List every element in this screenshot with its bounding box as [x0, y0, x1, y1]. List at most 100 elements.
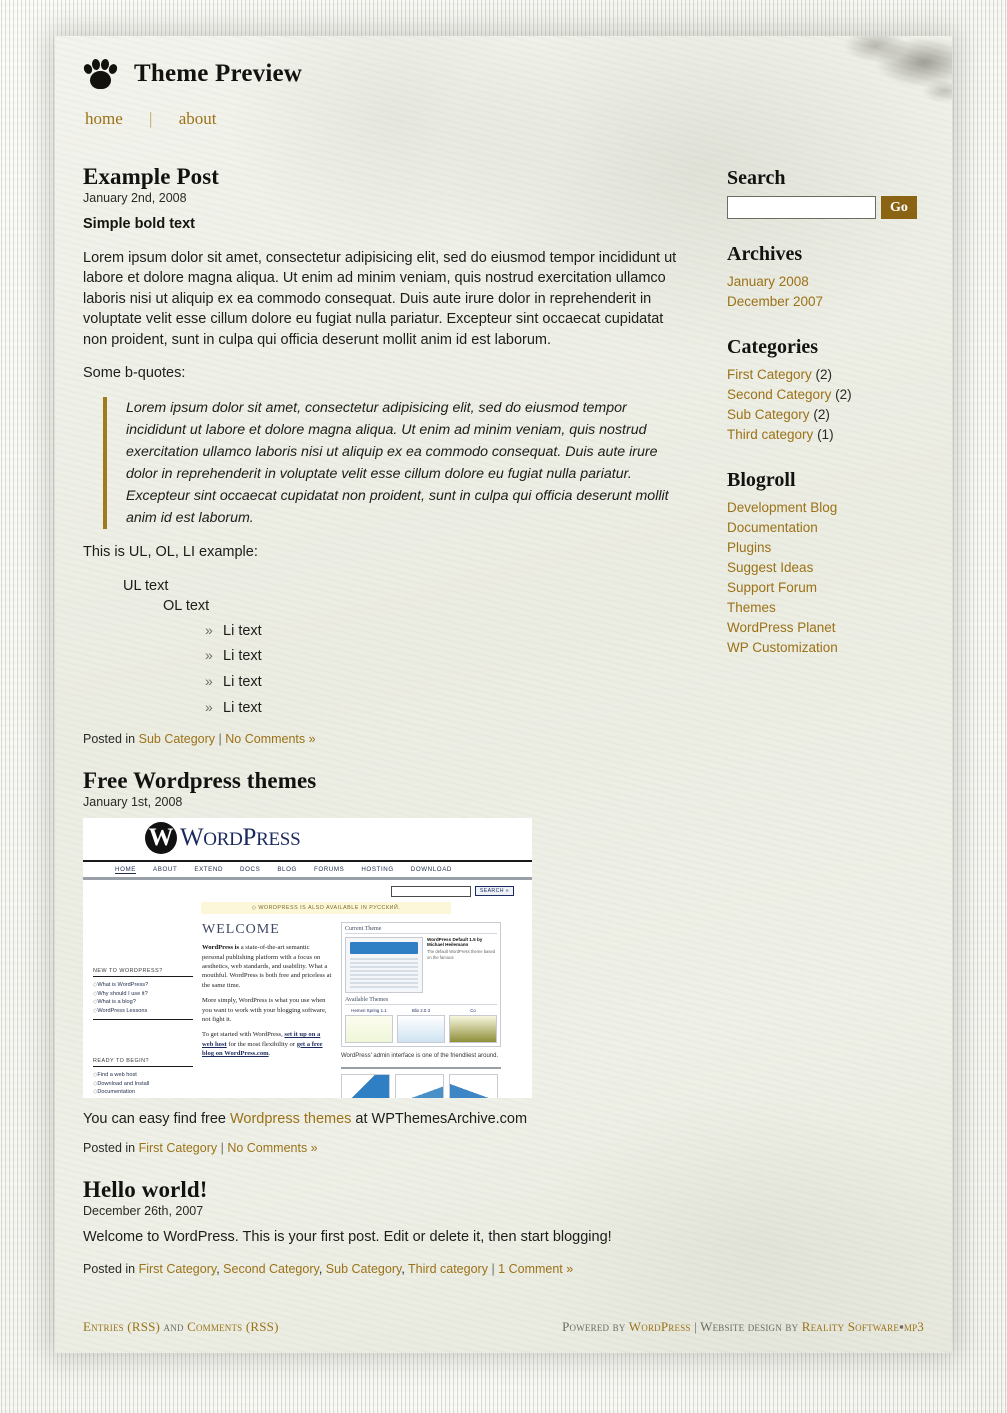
- meta-separator: |: [491, 1261, 495, 1276]
- design-by-label: Website design by: [700, 1319, 799, 1334]
- post-title[interactable]: Hello world!: [83, 1177, 678, 1203]
- blogroll-link-suggest-ideas[interactable]: Suggest Ideas: [727, 560, 813, 575]
- list-item: Suggest Ideas: [727, 558, 952, 578]
- meta-category-link[interactable]: Sub Category: [139, 732, 215, 746]
- wp-link: What is a blog?: [93, 998, 193, 1007]
- list-bullet-icon: »: [205, 621, 213, 638]
- categories-heading: Categories: [727, 336, 819, 358]
- comments-link[interactable]: 1 Comment »: [498, 1262, 573, 1276]
- post-paragraph: Lorem ipsum dolor sit amet, consectetur …: [83, 249, 677, 348]
- wp-welcome-heading: WELCOME: [202, 922, 280, 938]
- wp-link: Find a web host: [93, 1071, 193, 1080]
- ol-item-label: OL text: [163, 598, 210, 615]
- wp-thumbnail: [395, 1073, 444, 1099]
- archive-link-january-2008[interactable]: January 2008: [727, 274, 809, 289]
- demo-li-list: » Li text » Li text » Li text » Li text: [163, 621, 678, 718]
- wp-shot-mid-column: WELCOME WordPress is a state-of-the-art …: [202, 922, 332, 1098]
- reality-software-link[interactable]: Reality Software: [802, 1319, 899, 1334]
- wp-paragraph-2: More simply, WordPress is what you use w…: [202, 997, 327, 1023]
- blogroll-link-support-forum[interactable]: Support Forum: [727, 580, 817, 595]
- blogroll-link-development-blog[interactable]: Development Blog: [727, 500, 837, 515]
- blogroll-link-themes[interactable]: Themes: [727, 600, 776, 615]
- search-go-button[interactable]: Go: [881, 196, 917, 219]
- search-input[interactable]: [727, 196, 876, 219]
- list-item: WP Customization: [727, 638, 952, 658]
- list-item: January 2008: [727, 272, 952, 292]
- list-bullet-icon: »: [205, 698, 213, 715]
- wordpress-org-screenshot[interactable]: W WORDPRESS HOME ABOUT EXTEND DOCS BLOG …: [83, 818, 532, 1099]
- post-meta: Posted in Sub Category | No Comments »: [83, 732, 678, 746]
- paw-print-icon: [82, 58, 119, 90]
- blogroll-link-wordpress-planet[interactable]: WordPress Planet: [727, 620, 836, 635]
- blogroll-link-plugins[interactable]: Plugins: [727, 540, 771, 555]
- category-count: (2): [813, 407, 830, 422]
- category-link-sub-category[interactable]: Sub Category: [727, 407, 810, 422]
- meta-category-link[interactable]: Third category: [408, 1262, 488, 1276]
- post-meta: Posted in First Category | No Comments »: [83, 1141, 678, 1155]
- wordpress-link[interactable]: WordPress: [629, 1319, 691, 1334]
- main-content: Example Post January 2nd, 2008 Simple bo…: [81, 164, 678, 1298]
- post-example-post: Example Post January 2nd, 2008 Simple bo…: [83, 164, 678, 746]
- wp-shot-header: W WORDPRESS: [83, 818, 532, 863]
- meta-category-link[interactable]: First Category: [139, 1262, 217, 1276]
- wp-search-button: SEARCH »: [474, 886, 514, 897]
- wp-divider: [341, 1066, 501, 1069]
- meta-category-link[interactable]: Sub Category: [326, 1262, 402, 1276]
- category-link-first-category[interactable]: First Category: [727, 367, 812, 382]
- wp-shot-logo: W WORDPRESS: [145, 822, 301, 855]
- meta-separator: |: [218, 732, 222, 747]
- meta-category-link[interactable]: Second Category: [223, 1262, 319, 1276]
- archive-link-december-2007[interactable]: December 2007: [727, 294, 823, 309]
- wp-nav-download: DOWNLOAD: [410, 866, 452, 874]
- meta-prefix: Posted in: [83, 1261, 136, 1276]
- list-item: First Category (2): [727, 365, 952, 385]
- blogroll-link-documentation[interactable]: Documentation: [727, 520, 818, 535]
- post-bold-lead: Simple bold text: [83, 216, 195, 232]
- wp-thumbnail-row: [341, 1073, 501, 1099]
- post-free-wordpress-themes: Free Wordpress themes January 1st, 2008 …: [83, 768, 678, 1155]
- comments-rss-link[interactable]: Comments (RSS): [187, 1319, 279, 1334]
- wp-nav-hosting: HOSTING: [361, 866, 394, 874]
- category-link-second-category[interactable]: Second Category: [727, 387, 831, 402]
- meta-prefix: Posted in: [83, 732, 136, 747]
- demo-ordered-list: OL text » Li text » Li text » Li text » …: [123, 596, 678, 718]
- ul-item: UL text OL text » Li text » Li text » Li…: [83, 576, 678, 718]
- list-item: Themes: [727, 598, 952, 618]
- list-item: Support Forum: [727, 578, 952, 598]
- quote-intro: Some b-quotes:: [83, 365, 186, 382]
- wp-wordmark: WORDPRESS: [180, 824, 301, 852]
- category-count: (2): [835, 387, 852, 402]
- meta-category-link[interactable]: First Category: [139, 1141, 218, 1155]
- mp3-link[interactable]: mp3: [904, 1319, 924, 1334]
- sidebar: Search Go Archives January 2008 December…: [727, 164, 952, 682]
- wp-shot-search: SEARCH »: [83, 880, 532, 899]
- list-item: December 2007: [727, 292, 952, 312]
- wp-nav-home: HOME: [115, 865, 137, 874]
- wp-link: Download and Install: [93, 1080, 193, 1089]
- sidebar-search-block: Search Go: [727, 167, 952, 219]
- meta-prefix: Posted in: [83, 1141, 136, 1156]
- list-item: » Li text: [163, 698, 678, 719]
- wordpress-themes-link[interactable]: Wordpress themes: [230, 1111, 351, 1127]
- comments-link[interactable]: No Comments »: [225, 732, 315, 746]
- post-title[interactable]: Example Post: [83, 164, 678, 190]
- list-bullet-icon: »: [205, 672, 213, 689]
- wp-link: Why should I use it?: [93, 990, 193, 999]
- post-date: January 2nd, 2008: [83, 191, 187, 205]
- comments-link[interactable]: No Comments »: [227, 1141, 317, 1155]
- nav-item-home[interactable]: home: [85, 109, 123, 128]
- powered-by-label: Powered by: [562, 1319, 626, 1334]
- list-item: Second Category (2): [727, 385, 952, 405]
- list-bullet-icon: »: [205, 647, 213, 664]
- nav-item-about[interactable]: about: [179, 109, 217, 128]
- demo-unordered-list: UL text OL text » Li text » Li text » Li…: [83, 576, 678, 718]
- list-item-label: Li text: [223, 699, 262, 716]
- wp-available-theme: Blix 2.0.3: [397, 1008, 445, 1044]
- post-title[interactable]: Free Wordpress themes: [83, 768, 678, 794]
- post-hello-world: Hello world! December 26th, 2007 Welcome…: [83, 1177, 678, 1276]
- category-link-third-category[interactable]: Third category: [727, 427, 813, 442]
- blogroll-link-wp-customization[interactable]: WP Customization: [727, 640, 838, 655]
- entries-rss-link[interactable]: Entries (RSS): [83, 1319, 160, 1334]
- list-item: Third category (1): [727, 425, 952, 445]
- site-header: Theme Preview home | about: [81, 36, 926, 142]
